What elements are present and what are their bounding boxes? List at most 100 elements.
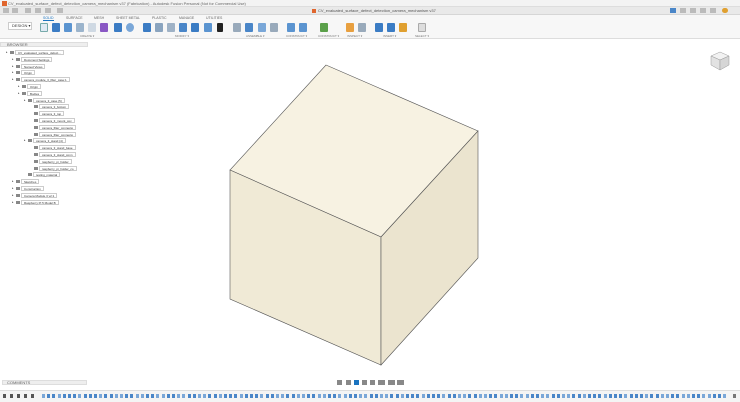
timeline-feature[interactable] [260, 394, 264, 398]
timeline-feature[interactable] [177, 394, 181, 398]
timeline-feature[interactable] [380, 394, 383, 398]
go-to-end-icon[interactable] [31, 394, 34, 398]
timeline-feature[interactable] [416, 394, 420, 398]
timeline-feature[interactable] [619, 394, 623, 398]
play-icon[interactable] [17, 394, 20, 398]
timeline-feature[interactable] [645, 394, 649, 398]
viewports-icon[interactable] [397, 380, 404, 385]
timeline-feature[interactable] [702, 394, 706, 398]
timeline-feature[interactable] [224, 394, 227, 398]
timeline-feature[interactable] [603, 394, 607, 398]
timeline-feature[interactable] [94, 394, 97, 398]
timeline-feature[interactable] [421, 394, 425, 398]
timeline-feature[interactable] [629, 394, 633, 398]
timeline-feature[interactable] [68, 394, 71, 398]
timeline-feature[interactable] [369, 394, 373, 398]
timeline-feature[interactable] [452, 394, 456, 398]
timeline-feature[interactable] [114, 394, 118, 398]
timeline-feature[interactable] [328, 394, 331, 398]
timeline-feature[interactable] [291, 394, 295, 398]
timeline-feature[interactable] [317, 394, 321, 398]
timeline-feature[interactable] [47, 394, 51, 398]
timeline-feature[interactable] [437, 394, 441, 398]
timeline-feature[interactable] [400, 394, 404, 398]
look-at-icon[interactable] [346, 380, 351, 385]
timeline-feature[interactable] [582, 394, 586, 398]
timeline-feature[interactable] [343, 394, 347, 398]
timeline-feature[interactable] [406, 394, 409, 398]
timeline-feature[interactable] [255, 394, 259, 398]
timeline-feature[interactable] [374, 394, 378, 398]
timeline-feature[interactable] [593, 394, 597, 398]
timeline-feature[interactable] [681, 394, 685, 398]
timeline-feature[interactable] [536, 394, 539, 398]
timeline-feature[interactable] [52, 394, 56, 398]
timeline-feature[interactable] [213, 394, 217, 398]
timeline-feature[interactable] [270, 394, 274, 398]
timeline-feature[interactable] [229, 394, 233, 398]
timeline-feature[interactable] [151, 394, 155, 398]
timeline-feature[interactable] [166, 394, 170, 398]
timeline-feature[interactable] [723, 394, 727, 398]
timeline-feature[interactable] [447, 394, 451, 398]
timeline-feature[interactable] [624, 394, 628, 398]
timeline-feature[interactable] [484, 394, 487, 398]
timeline-feature[interactable] [218, 394, 222, 398]
timeline-feature[interactable] [88, 394, 92, 398]
timeline-feature[interactable] [109, 394, 113, 398]
timeline-feature[interactable] [556, 394, 560, 398]
timeline-feature[interactable] [567, 394, 571, 398]
timeline-feature[interactable] [712, 394, 716, 398]
timeline-feature[interactable] [598, 394, 602, 398]
timeline-feature[interactable] [442, 394, 446, 398]
timeline-feature[interactable] [42, 394, 45, 398]
timeline-feature[interactable] [541, 394, 545, 398]
timeline-feature[interactable] [614, 394, 617, 398]
view-cube[interactable] [709, 50, 731, 72]
timeline-feature[interactable] [686, 394, 690, 398]
timeline-feature[interactable] [302, 394, 305, 398]
timeline-feature[interactable] [359, 394, 363, 398]
timeline-feature[interactable] [640, 394, 643, 398]
timeline-feature[interactable] [426, 394, 430, 398]
timeline-feature[interactable] [348, 394, 352, 398]
timeline-feature[interactable] [239, 394, 243, 398]
timeline-feature[interactable] [395, 394, 399, 398]
timeline-feature[interactable] [473, 394, 477, 398]
timeline-feature[interactable] [104, 394, 108, 398]
timeline-feature[interactable] [130, 394, 134, 398]
timeline-feature[interactable] [718, 394, 721, 398]
timeline-feature[interactable] [390, 394, 394, 398]
timeline-feature[interactable] [286, 394, 290, 398]
timeline-feature[interactable] [660, 394, 664, 398]
timeline-feature[interactable] [281, 394, 285, 398]
timeline-feature[interactable] [208, 394, 212, 398]
timeline-feature[interactable] [478, 394, 482, 398]
timeline-feature[interactable] [468, 394, 472, 398]
timeline-feature[interactable] [156, 394, 160, 398]
timeline-feature[interactable] [520, 394, 524, 398]
timeline-feature[interactable] [62, 394, 66, 398]
timeline-feature[interactable] [265, 394, 269, 398]
timeline-feature[interactable] [546, 394, 550, 398]
go-to-start-icon[interactable] [3, 394, 6, 398]
timeline-feature[interactable] [385, 394, 389, 398]
timeline-feature[interactable] [530, 394, 534, 398]
timeline-feature[interactable] [296, 394, 300, 398]
timeline-feature[interactable] [458, 394, 461, 398]
timeline-feature[interactable] [78, 394, 82, 398]
grid-settings-icon[interactable] [388, 380, 395, 385]
comments-panel[interactable]: COMMENTS [2, 380, 87, 385]
timeline-feature[interactable] [322, 394, 326, 398]
step-forward-icon[interactable] [24, 394, 27, 398]
zoom-icon[interactable] [362, 380, 367, 385]
timeline-feature[interactable] [432, 394, 435, 398]
timeline-feature[interactable] [312, 394, 316, 398]
timeline-feature[interactable] [354, 394, 357, 398]
orbit-icon[interactable] [337, 380, 342, 385]
timeline-feature[interactable] [135, 394, 139, 398]
timeline-feature[interactable] [676, 394, 680, 398]
timeline-feature[interactable] [697, 394, 701, 398]
timeline-feature[interactable] [250, 394, 253, 398]
timeline-feature[interactable] [146, 394, 149, 398]
